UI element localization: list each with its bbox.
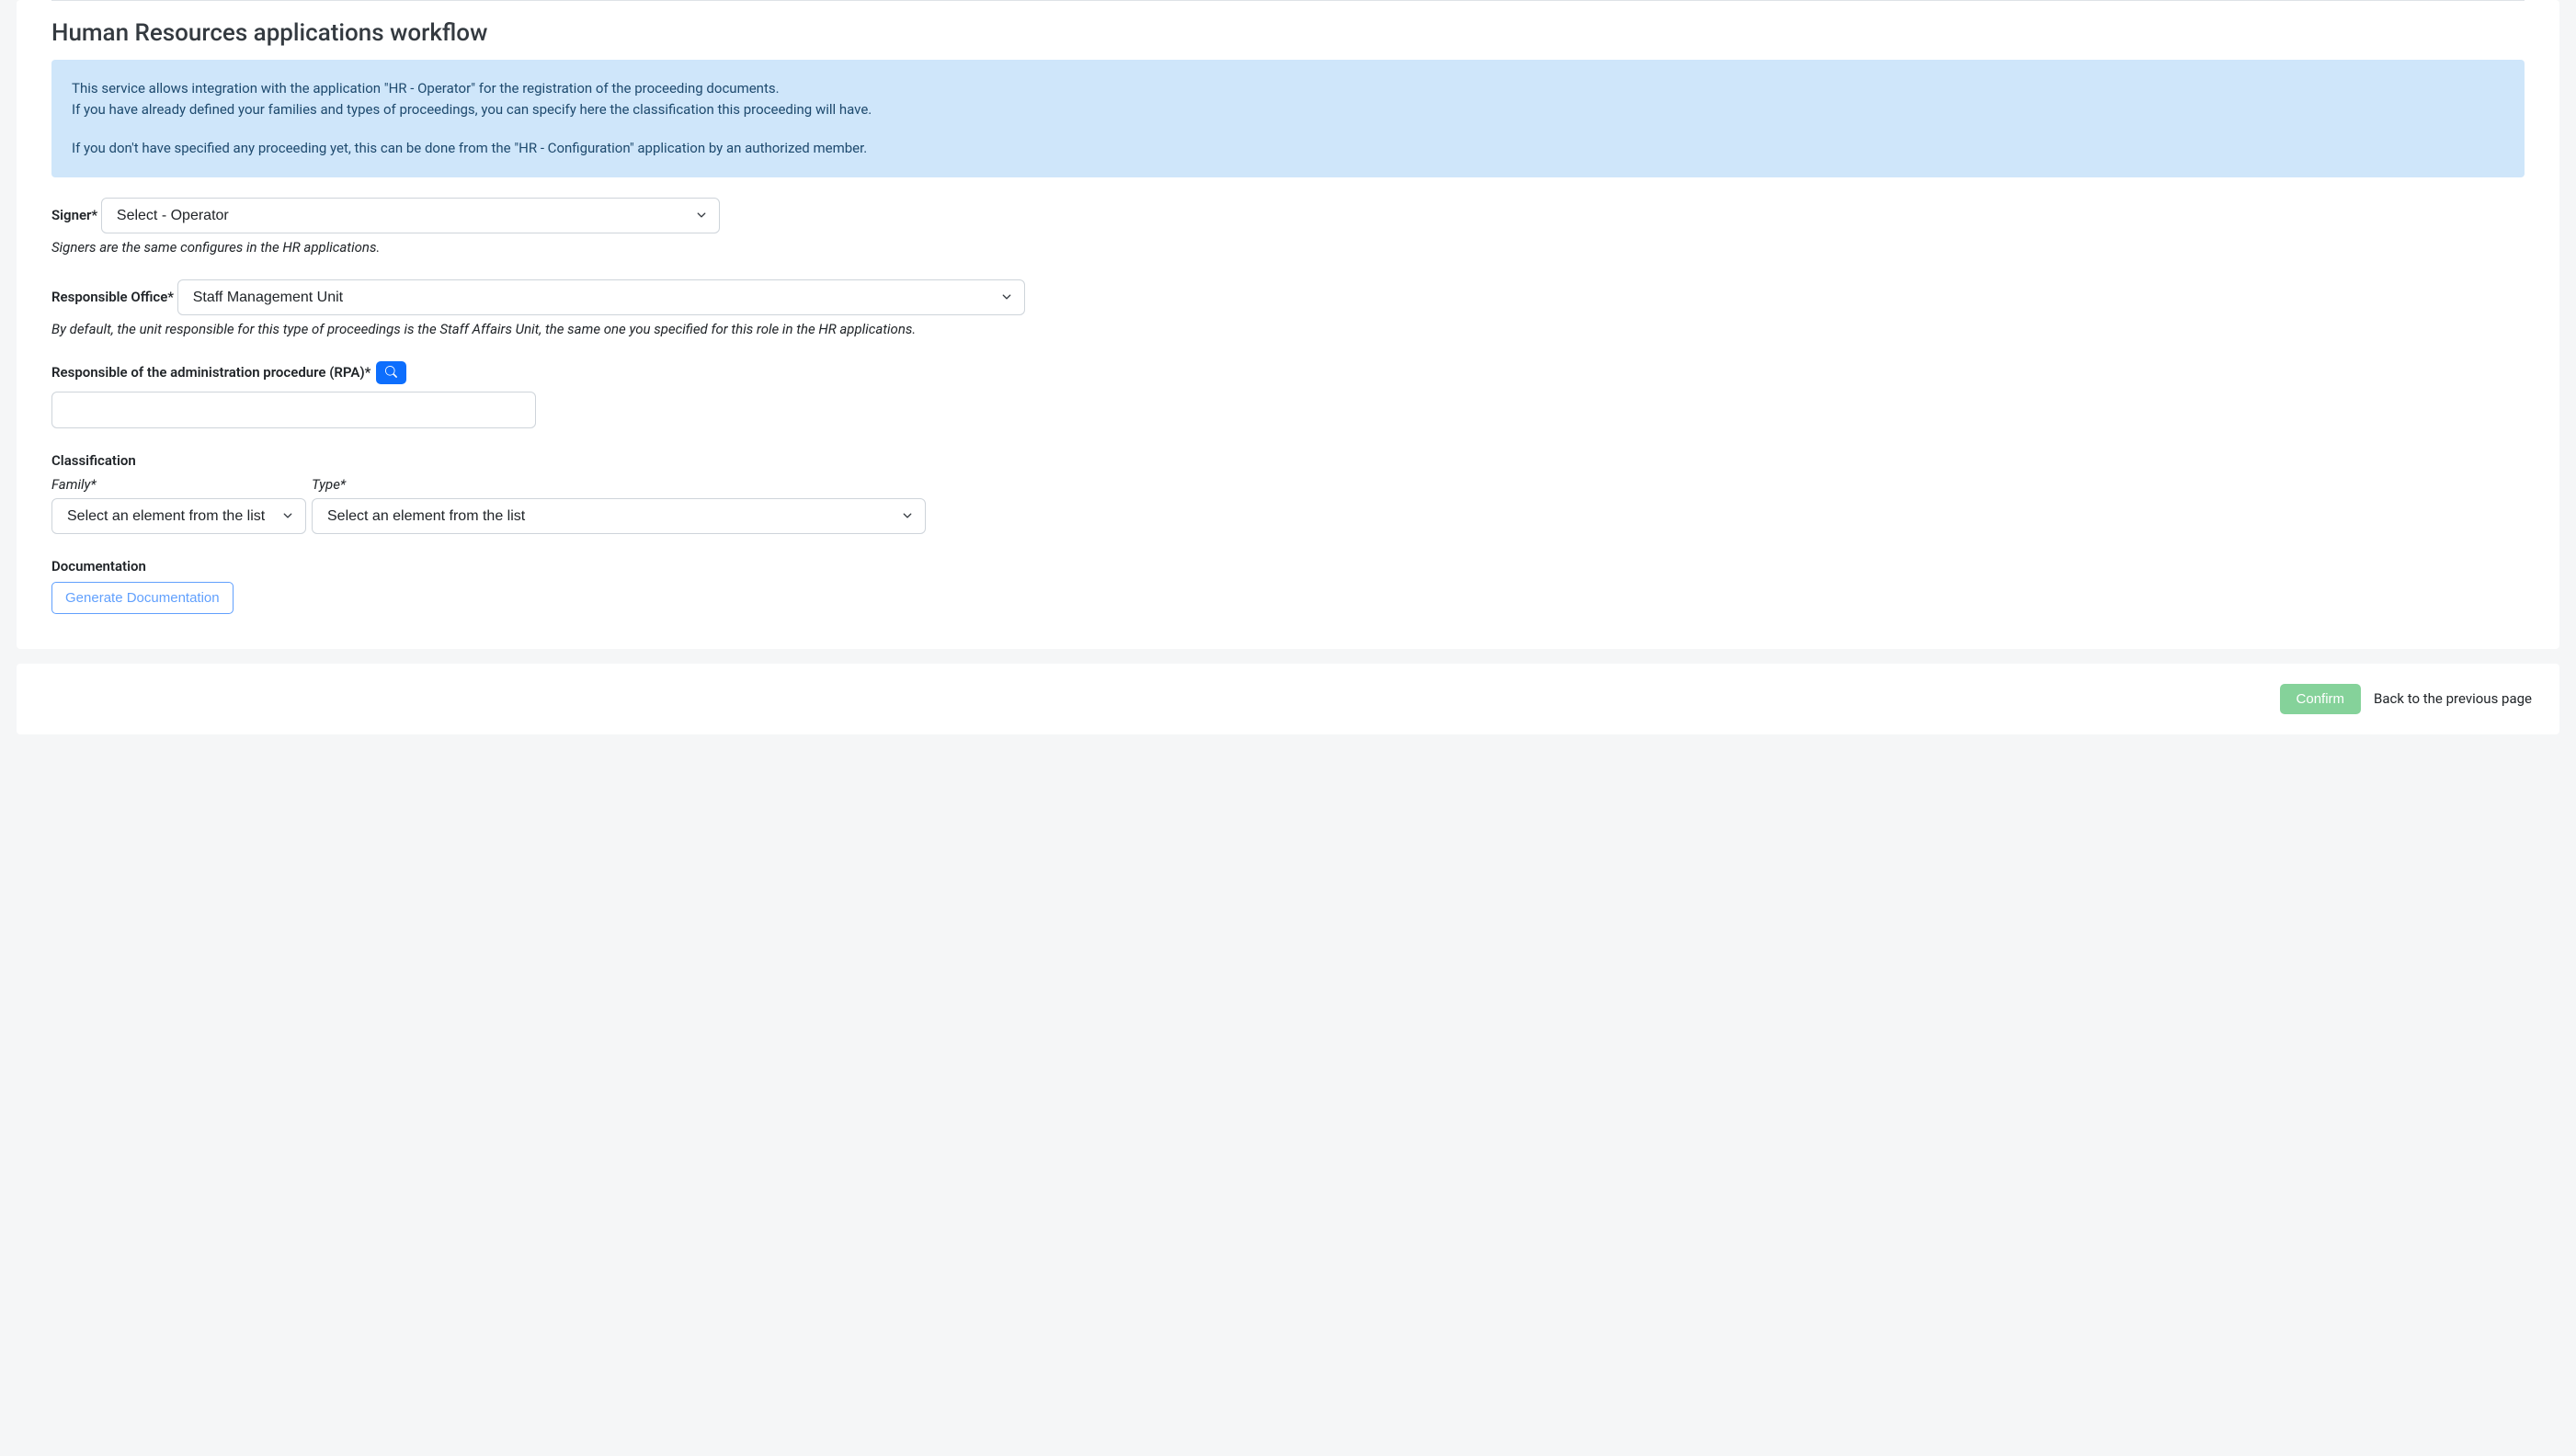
signer-label: Signer* xyxy=(51,207,97,223)
main-card: Human Resources applications workflow Th… xyxy=(17,0,2559,649)
documentation-label: Documentation xyxy=(51,558,146,574)
signer-group: Signer* Select - Operator Signers are th… xyxy=(51,198,2525,256)
info-banner: This service allows integration with the… xyxy=(51,60,2525,177)
search-icon xyxy=(385,366,397,380)
documentation-group: Documentation Generate Documentation xyxy=(51,558,2525,614)
classification-label: Classification xyxy=(51,452,136,469)
banner-line-3: If you don't have specified any proceedi… xyxy=(72,138,2504,159)
signer-select[interactable]: Select - Operator xyxy=(101,198,720,233)
rpa-search-button[interactable] xyxy=(376,361,406,384)
family-label: Family* xyxy=(51,476,306,493)
office-group: Responsible Office* Staff Management Uni… xyxy=(51,279,2525,337)
rpa-group: Responsible of the administration proced… xyxy=(51,361,2525,428)
section-heading: Human Resources applications workflow xyxy=(51,19,2525,47)
footer-card: Confirm Back to the previous page xyxy=(17,664,2559,734)
rpa-label: Responsible of the administration proced… xyxy=(51,364,370,381)
office-select[interactable]: Staff Management Unit xyxy=(177,279,1025,315)
banner-line-2: If you have already defined your familie… xyxy=(72,99,2504,120)
type-label: Type* xyxy=(312,476,926,493)
confirm-button[interactable]: Confirm xyxy=(2280,684,2362,714)
rpa-input[interactable] xyxy=(51,392,536,428)
office-label: Responsible Office* xyxy=(51,289,174,305)
family-select[interactable]: Select an element from the list xyxy=(51,498,306,534)
classification-group: Classification Family* Select an element… xyxy=(51,452,2525,534)
top-divider xyxy=(51,0,2525,1)
generate-documentation-button[interactable]: Generate Documentation xyxy=(51,582,234,614)
banner-line-1: This service allows integration with the… xyxy=(72,78,2504,99)
type-select[interactable]: Select an element from the list xyxy=(312,498,926,534)
office-help: By default, the unit responsible for thi… xyxy=(51,321,2525,337)
back-link[interactable]: Back to the previous page xyxy=(2374,690,2532,707)
signer-help: Signers are the same configures in the H… xyxy=(51,239,2525,256)
